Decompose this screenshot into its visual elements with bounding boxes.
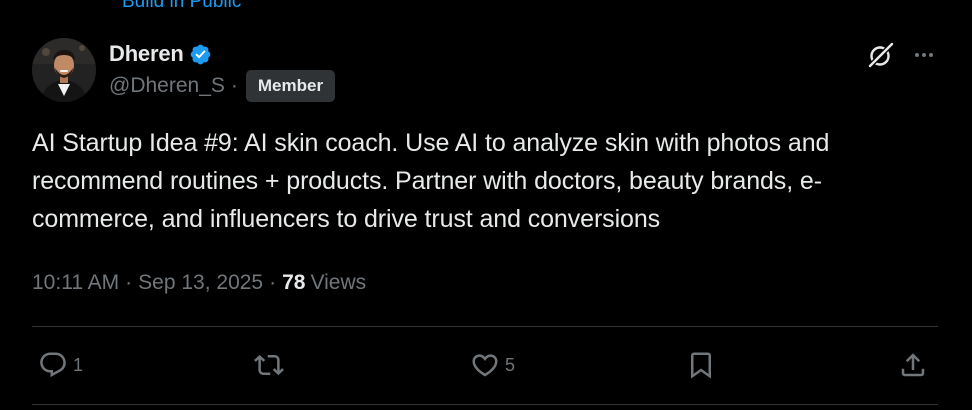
bookmark-button[interactable] (686, 348, 716, 382)
more-options-icon[interactable] (912, 43, 936, 67)
avatar-image (32, 38, 96, 102)
member-badge: Member (245, 70, 336, 102)
post-date[interactable]: Sep 13, 2025 (138, 271, 263, 295)
bookmark-icon (691, 352, 711, 379)
meta-separator: · (269, 271, 277, 294)
views-count: 78 (282, 271, 306, 294)
author-display-name[interactable]: Dheren (109, 41, 184, 67)
post-time[interactable]: 10:11 AM (32, 271, 119, 295)
like-icon (472, 354, 498, 377)
author-name-row: Dheren (109, 40, 212, 68)
repost-icon (254, 354, 284, 376)
verified-badge-icon[interactable] (189, 43, 212, 66)
avatar[interactable] (32, 38, 96, 102)
post-text: AI Startup Idea #9: AI skin coach. Use A… (32, 129, 830, 233)
reply-count: 1 (73, 354, 84, 375)
post-card: Dheren @Dheren_S · Member AI Startup Ide… (0, 0, 972, 410)
like-button[interactable]: 5 (470, 348, 515, 382)
grok-icon[interactable] (866, 40, 896, 70)
repost-button[interactable] (254, 348, 284, 382)
share-icon (901, 353, 925, 377)
views-label: Views (310, 271, 367, 294)
like-count: 5 (505, 354, 516, 375)
author-handle[interactable]: @Dheren_S (109, 74, 225, 98)
reply-icon (40, 352, 66, 378)
divider (32, 326, 938, 327)
post-meta: 10:11 AM · Sep 13, 2025 · 78 Views (32, 268, 366, 298)
divider (32, 404, 938, 405)
author-handle-row: @Dheren_S · Member (109, 70, 336, 102)
reply-button[interactable]: 1 (38, 348, 83, 382)
meta-separator: · (125, 271, 133, 294)
share-button[interactable] (898, 348, 928, 382)
handle-separator: · (230, 74, 238, 97)
